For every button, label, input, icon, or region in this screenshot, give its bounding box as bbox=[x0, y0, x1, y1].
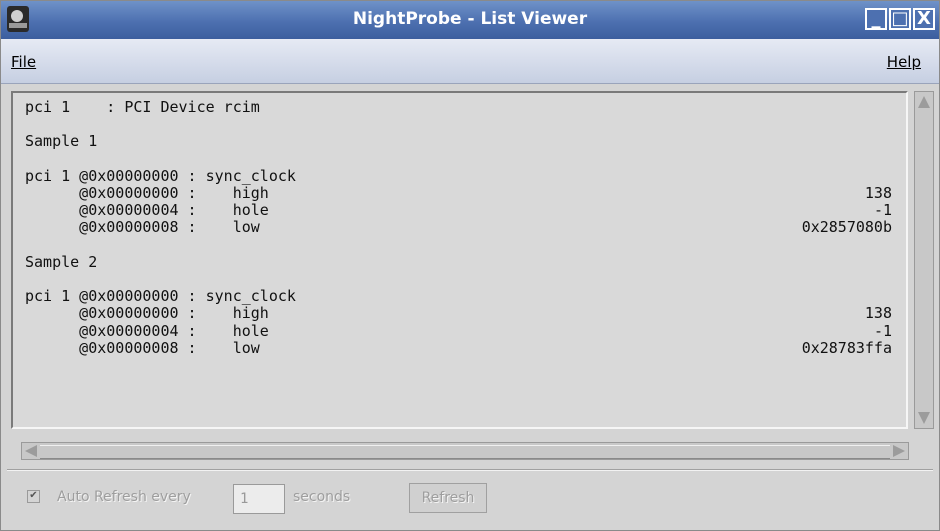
window-title: NightProbe - List Viewer bbox=[352, 9, 588, 29]
menu-help[interactable]: Help bbox=[887, 53, 921, 71]
title-bar[interactable]: NightProbe - List Viewer _ □ X bbox=[1, 1, 939, 39]
main-window: NightProbe - List Viewer _ □ X File Help… bbox=[0, 0, 940, 531]
horizontal-scroll-thumb[interactable] bbox=[40, 445, 890, 459]
scroll-up-icon[interactable] bbox=[918, 96, 930, 108]
list-view[interactable]: pci 1 : PCI Device rcim Sample 1 pci 1 @… bbox=[11, 91, 908, 429]
vertical-scrollbar[interactable] bbox=[914, 91, 934, 429]
minimize-icon[interactable]: _ bbox=[865, 8, 887, 30]
auto-refresh-label: Auto Refresh every bbox=[57, 489, 191, 505]
scroll-right-icon[interactable] bbox=[893, 445, 905, 457]
window-controls: _ □ X bbox=[863, 8, 935, 30]
maximize-icon[interactable]: □ bbox=[889, 8, 911, 30]
list-text: pci 1 : PCI Device rcim Sample 1 pci 1 @… bbox=[25, 98, 296, 357]
horizontal-scrollbar[interactable] bbox=[21, 442, 909, 460]
menu-file[interactable]: File bbox=[11, 53, 36, 71]
interval-input[interactable]: 1 bbox=[233, 484, 285, 514]
divider bbox=[7, 469, 933, 471]
close-icon[interactable]: X bbox=[913, 8, 935, 30]
scroll-left-icon[interactable] bbox=[25, 445, 37, 457]
auto-refresh-checkbox[interactable]: ✔ bbox=[27, 490, 40, 503]
scroll-down-icon[interactable] bbox=[918, 412, 930, 424]
refresh-button[interactable]: Refresh bbox=[409, 483, 487, 513]
list-values: 138 -1 0x2857080b 138 -1 0x28783ffa bbox=[801, 184, 892, 357]
seconds-label: seconds bbox=[293, 489, 351, 505]
menu-bar: File Help bbox=[1, 39, 939, 84]
